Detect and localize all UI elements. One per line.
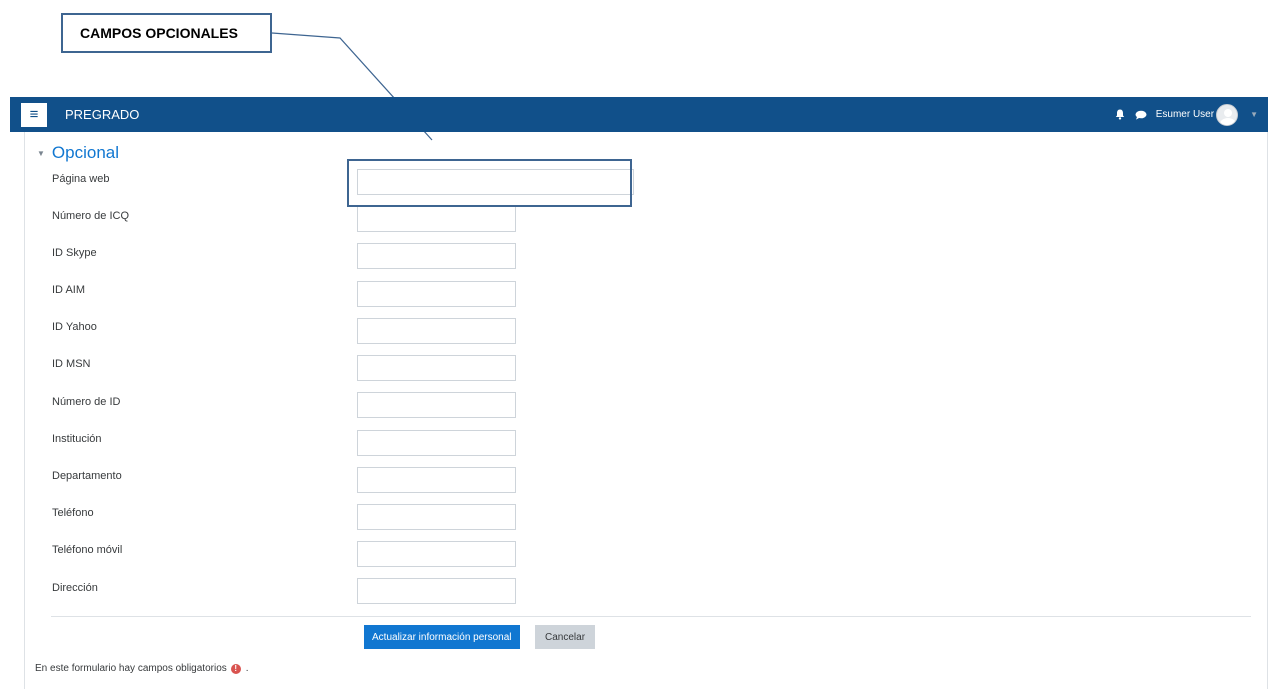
section-legend-label[interactable]: Opcional <box>52 143 119 163</box>
msn-input[interactable] <box>357 355 516 381</box>
field-label-departamento: Departamento <box>52 470 122 482</box>
pagina-web-input[interactable] <box>357 169 634 195</box>
field-label-aim: ID AIM <box>52 284 86 296</box>
hamburger-icon[interactable]: ≡ <box>21 102 47 127</box>
bell-icon[interactable] <box>1114 109 1126 121</box>
departamento-input[interactable] <box>357 467 516 493</box>
institucion-input[interactable] <box>357 430 516 456</box>
aim-input[interactable] <box>357 281 516 307</box>
field-label-numero-id: Número de ID <box>52 396 121 408</box>
callout-label: CAMPOS OPCIONALES <box>80 25 238 41</box>
icq-input[interactable] <box>357 206 516 232</box>
site-brand[interactable]: PREGRADO <box>65 107 139 122</box>
skype-input[interactable] <box>357 243 516 269</box>
field-label-direccion: Dirección <box>52 582 98 594</box>
caret-down-icon[interactable]: ▼ <box>37 149 45 158</box>
form-divider <box>51 616 1251 617</box>
telefono-input[interactable] <box>357 504 516 530</box>
user-menu-chevron-down-icon[interactable]: ▼ <box>1250 110 1258 119</box>
chat-icon[interactable] <box>1135 109 1147 121</box>
content-frame <box>24 132 1268 689</box>
field-label-yahoo: ID Yahoo <box>52 321 97 333</box>
numero-id-input[interactable] <box>357 392 516 418</box>
required-note-text: En este formulario hay campos obligatori… <box>35 663 227 674</box>
required-note-suffix: . <box>245 663 249 674</box>
top-navbar: ≡ PREGRADO Esumer User ▼ <box>10 97 1268 132</box>
cancel-button[interactable]: Cancelar <box>535 625 596 649</box>
yahoo-input[interactable] <box>357 318 516 344</box>
field-label-msn: ID MSN <box>52 358 91 370</box>
section-legend[interactable]: ▼ Opcional <box>37 143 119 163</box>
user-name[interactable]: Esumer User <box>1156 109 1214 120</box>
field-label-skype: ID Skype <box>52 247 97 259</box>
field-label-telefono-movil: Teléfono móvil <box>52 544 123 556</box>
user-nav: Esumer User ▼ <box>1114 97 1258 132</box>
field-label-icq: Número de ICQ <box>52 210 130 222</box>
field-label-pagina-web: Página web <box>52 173 110 185</box>
field-label-telefono: Teléfono <box>52 507 94 519</box>
update-profile-button[interactable]: Actualizar información personal <box>364 625 520 649</box>
direccion-input[interactable] <box>357 578 516 604</box>
field-label-institucion: Institución <box>52 433 102 445</box>
telefono-movil-input[interactable] <box>357 541 516 567</box>
user-avatar-icon[interactable] <box>1216 103 1239 126</box>
exclamation-circle-icon: ! <box>230 663 241 674</box>
callout-campos-opcionales: CAMPOS OPCIONALES <box>61 13 272 53</box>
required-fields-note: En este formulario hay campos obligatori… <box>35 663 249 674</box>
